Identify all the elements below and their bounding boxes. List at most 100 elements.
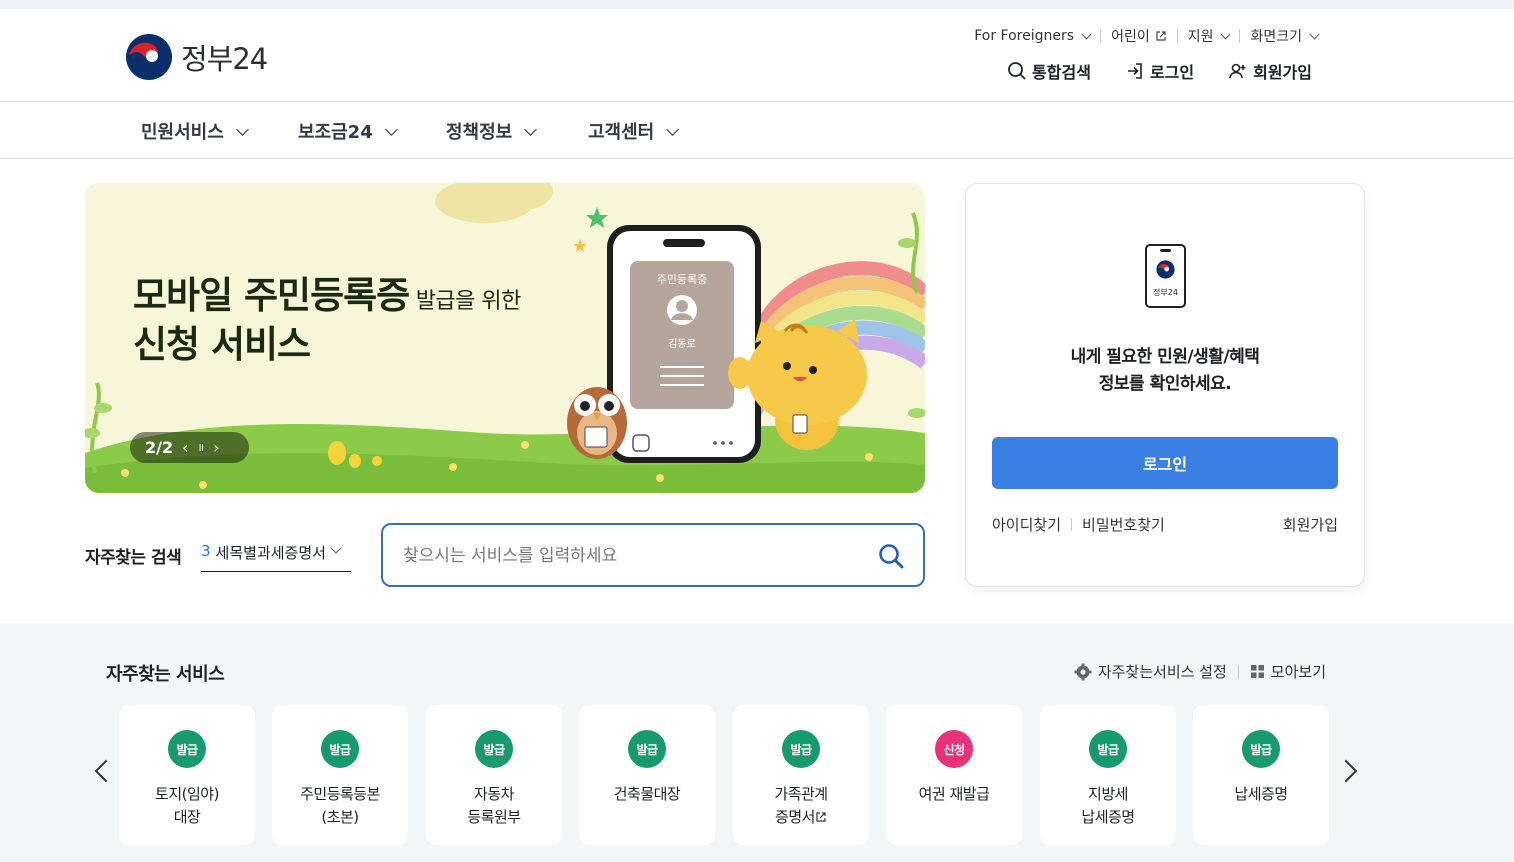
banner-title-sub: 발급을 위한: [409, 289, 522, 314]
banner-title-main: 모바일 주민등록증: [133, 274, 410, 317]
login-button[interactable]: 로그인: [992, 437, 1338, 489]
find-password-link[interactable]: 비밀번호찾기: [1082, 514, 1165, 535]
util-label: 화면크기: [1250, 29, 1302, 45]
external-link-icon: [816, 812, 826, 822]
divider: [1237, 664, 1239, 679]
banner-pager-count: 2/2: [145, 438, 174, 457]
service-name: 가족관계 증명서: [774, 785, 828, 826]
prev-slide-button[interactable]: ‹: [182, 438, 188, 457]
chevron-down-icon: [1221, 29, 1231, 39]
service-badge: 발급: [168, 730, 206, 768]
service-name: 건축물대장: [613, 785, 681, 803]
site-logo[interactable]: 정부24: [125, 33, 268, 81]
view-all-button[interactable]: 모아보기: [1250, 661, 1326, 682]
frequent-search-label: 자주찾는 검색: [85, 548, 182, 568]
util-label: For Foreigners: [974, 28, 1075, 44]
service-card[interactable]: 발급 가족관계 증명서: [733, 705, 869, 845]
id-card-title: 주민등록증: [657, 273, 708, 286]
banner-pager: 2/2 ‹ ॥ ›: [130, 432, 249, 463]
search-label: 통합검색: [1032, 63, 1091, 82]
logo-text: 정부24: [181, 42, 268, 76]
divider: [1176, 29, 1178, 43]
login-message-line2: 정보를 확인하세요.: [1098, 374, 1232, 394]
taegeuk-logo-icon: [1156, 260, 1175, 279]
view-all-label: 모아보기: [1270, 663, 1326, 681]
integrated-search-button[interactable]: 통합검색: [1007, 59, 1091, 83]
main-banner[interactable]: 주민등록증 김동로 모바일 주민등록증 발급을 위한 신청 서비스 2/2 ‹ …: [85, 183, 925, 493]
util-for-foreigners[interactable]: For Foreigners: [974, 28, 1092, 44]
nav-customer-center[interactable]: 고객센터: [588, 118, 680, 144]
site-header: 정부24 For Foreigners 어린이 지원 화면크기 통합검색 로그인…: [0, 9, 1514, 102]
utility-menu: For Foreigners 어린이 지원 화면크기: [974, 26, 1320, 46]
pause-button[interactable]: ॥: [198, 440, 205, 455]
chevron-down-icon: [1309, 29, 1320, 39]
chevron-down-icon: [666, 122, 680, 136]
banner-title: 모바일 주민등록증 발급을 위한: [133, 265, 521, 319]
service-card[interactable]: 발급 납세증명: [1193, 705, 1329, 845]
external-link-icon: [1156, 31, 1166, 41]
util-screen-size[interactable]: 화면크기: [1250, 26, 1320, 46]
service-name: 자동차 등록원부: [467, 785, 521, 826]
login-label: 로그인: [1149, 63, 1195, 82]
service-name: 납세증명: [1234, 785, 1288, 803]
service-card[interactable]: 발급 건축물대장: [579, 705, 715, 845]
login-link[interactable]: 로그인: [1125, 59, 1194, 83]
service-card[interactable]: 신청 여권 재발급: [886, 705, 1022, 845]
chevron-left-icon[interactable]: [94, 759, 118, 783]
next-slide-button[interactable]: ›: [213, 438, 219, 457]
service-badge: 신청: [935, 730, 973, 768]
service-card[interactable]: 발급 자동차 등록원부: [426, 705, 562, 845]
frequent-services-section: 자주찾는 서비스 자주찾는서비스 설정 모아보기 발급 토지(임야) 대장 발급 …: [0, 623, 1514, 862]
phone-label: 정부24: [1153, 288, 1178, 297]
service-name: 토지(임야) 대장: [155, 785, 219, 826]
service-badge: 발급: [628, 730, 666, 768]
gear-icon: [1074, 663, 1092, 680]
nav-label: 민원서비스: [141, 122, 224, 143]
phone-notch: [1160, 249, 1171, 252]
service-tools: 자주찾는서비스 설정 모아보기: [1074, 661, 1326, 682]
chevron-down-icon: [384, 122, 398, 136]
chevron-right-icon[interactable]: [1334, 759, 1358, 783]
nav-label: 고객센터: [588, 122, 655, 143]
search-icon: [1008, 62, 1026, 80]
signup-label: 회원가입: [1253, 63, 1312, 82]
signup-link[interactable]: 회원가입: [1228, 59, 1312, 83]
nav-policy-info[interactable]: 정책정보: [446, 118, 538, 144]
id-card-name: 김동로: [668, 338, 696, 350]
account-links: 아이디찾기 비밀번호찾기 회원가입: [992, 514, 1338, 535]
service-badge: 발급: [475, 730, 513, 768]
service-badge: 발급: [782, 730, 820, 768]
grid-icon: [1250, 665, 1264, 678]
divider: [1100, 29, 1102, 43]
signup-link[interactable]: 회원가입: [1283, 514, 1338, 535]
service-badge: 발급: [321, 730, 359, 768]
frequent-search-keyword[interactable]: 3 세목별과세증명서: [201, 542, 351, 572]
util-kids[interactable]: 어린이: [1111, 26, 1167, 46]
login-icon: [1127, 63, 1142, 79]
section-title: 자주찾는 서비스: [106, 664, 225, 685]
nav-subsidy24[interactable]: 보조금24: [298, 118, 398, 144]
service-settings-button[interactable]: 자주찾는서비스 설정: [1074, 661, 1227, 682]
divider: [1239, 29, 1241, 43]
service-card[interactable]: 발급 주민등록등본 (초본): [272, 705, 408, 845]
search-button[interactable]: [877, 542, 905, 570]
service-card[interactable]: 발급 토지(임야) 대장: [119, 705, 255, 845]
util-support[interactable]: 지원: [1187, 26, 1231, 46]
top-strip: [0, 0, 1514, 9]
service-card[interactable]: 발급 지방세 납세증명: [1040, 705, 1176, 845]
chevron-down-icon: [235, 122, 249, 136]
main-navigation: 민원서비스 보조금24 정책정보 고객센터: [0, 102, 1514, 159]
nav-label: 보조금24: [298, 122, 373, 143]
service-badge: 발급: [1242, 730, 1280, 768]
find-id-link[interactable]: 아이디찾기: [992, 514, 1061, 535]
header-actions: 통합검색 로그인 회원가입: [973, 59, 1312, 83]
nav-label: 정책정보: [446, 122, 513, 143]
search-input[interactable]: [403, 543, 853, 569]
divider: [1071, 518, 1073, 531]
service-search-box: [381, 523, 925, 587]
chevron-down-icon: [524, 122, 538, 136]
mobile-phone-icon: 정부24: [1145, 244, 1186, 308]
nav-civil-services[interactable]: 민원서비스: [141, 118, 249, 144]
util-label: 어린이: [1111, 29, 1150, 45]
util-label: 지원: [1187, 29, 1214, 45]
